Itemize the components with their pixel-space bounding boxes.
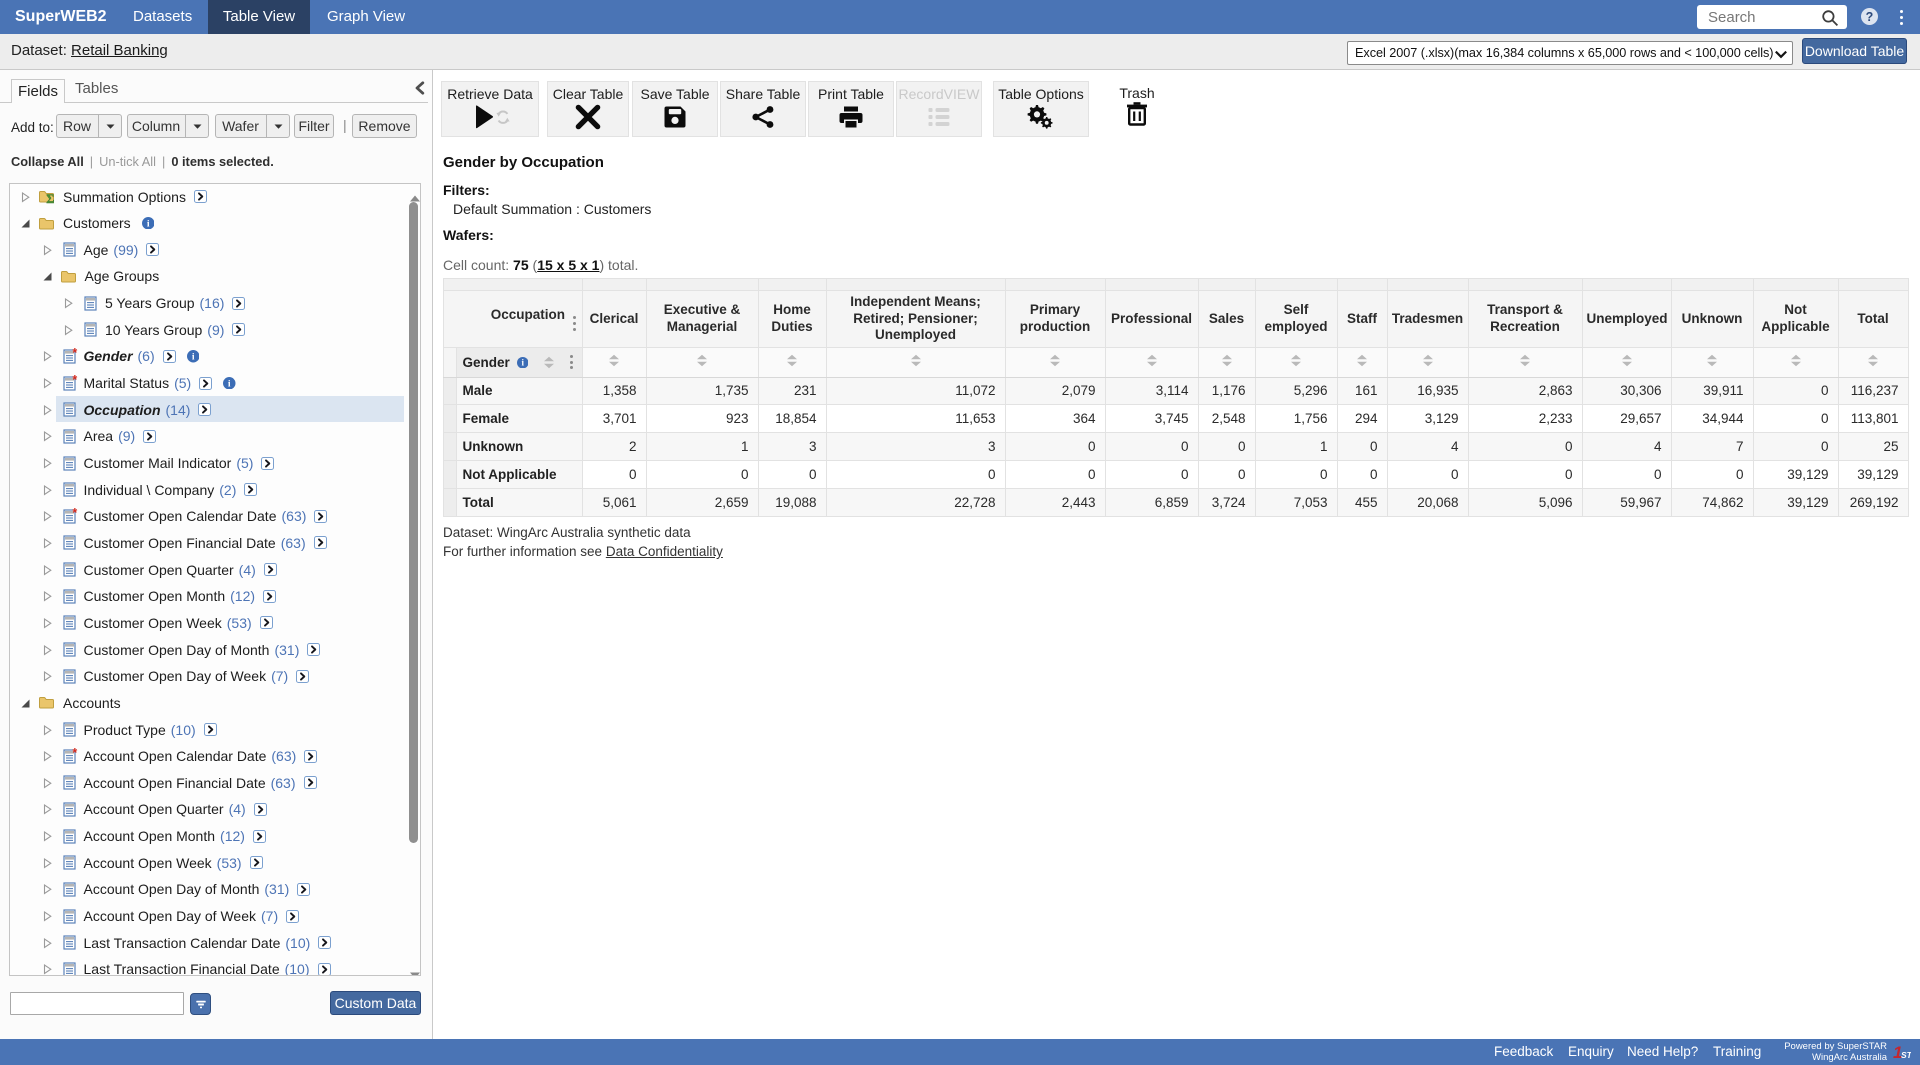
svg-text:*: * bbox=[72, 372, 77, 386]
svg-text:i: i bbox=[192, 352, 195, 363]
svg-text:*: * bbox=[72, 346, 77, 360]
svg-text:i: i bbox=[147, 218, 150, 229]
svg-text:*: * bbox=[72, 506, 77, 520]
svg-text:Σ: Σ bbox=[46, 192, 54, 206]
svg-text:i: i bbox=[228, 378, 231, 389]
svg-text:ST: ST bbox=[1901, 1050, 1911, 1060]
svg-text:*: * bbox=[72, 745, 77, 759]
svg-text:?: ? bbox=[1866, 10, 1874, 24]
